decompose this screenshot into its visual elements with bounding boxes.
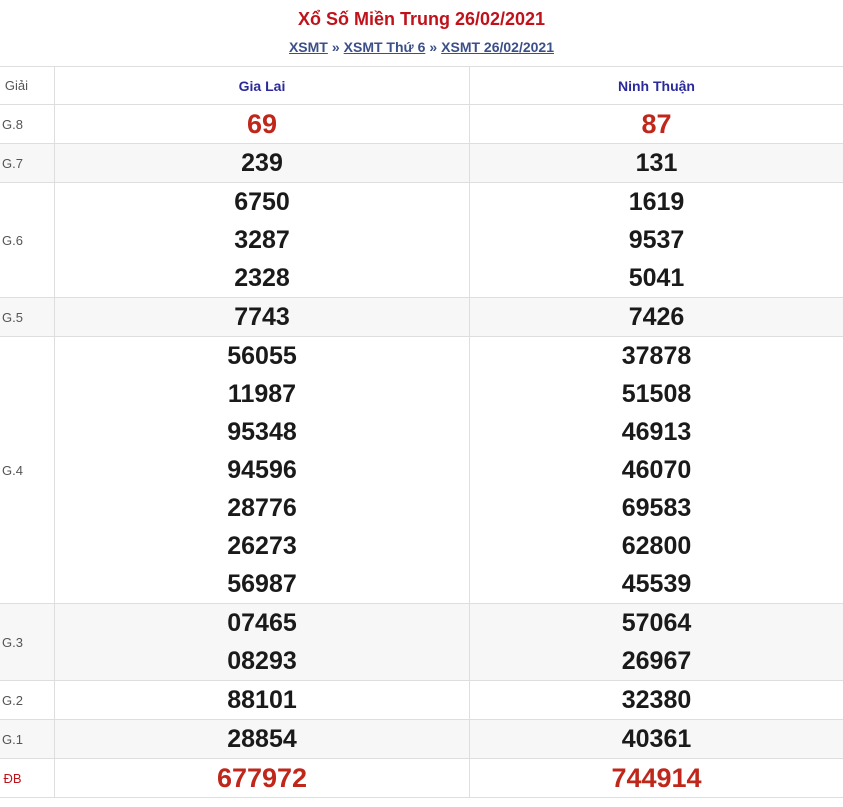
breadcrumb-link-xsmt[interactable]: XSMT: [289, 39, 328, 55]
ninh-thuan-cell: 7426: [469, 297, 843, 337]
gia-lai-cell: 7743: [54, 297, 470, 337]
gia-lai-cell: 56055 11987 95348 94596 28776 26273 56987: [54, 336, 470, 604]
result-number: 677972: [216, 763, 308, 793]
result-number: 46070: [621, 456, 692, 484]
table-row: ĐB 677972 744914: [0, 758, 843, 798]
result-number: 744914: [611, 763, 702, 793]
prize-label: G.7: [0, 143, 55, 183]
result-number: 57064: [621, 609, 692, 637]
result-number: 37878: [621, 342, 692, 370]
column-header-ninh-thuan[interactable]: Ninh Thuận: [469, 66, 843, 105]
prize-label: ĐB: [0, 758, 55, 798]
result-number: 56055: [227, 342, 297, 370]
result-number: 9537: [628, 226, 685, 254]
result-number: 28854: [227, 725, 297, 753]
table-row: G.6 6750 3287 2328 1619 9537 5041: [0, 182, 843, 298]
result-number: 1619: [628, 188, 685, 216]
result-number: 07465: [227, 609, 297, 637]
ninh-thuan-cell: 40361: [469, 719, 843, 759]
prize-label: G.8: [0, 104, 55, 144]
result-number: 46913: [621, 418, 692, 446]
gia-lai-cell: 28854: [54, 719, 470, 759]
result-number: 51508: [621, 380, 692, 408]
prize-label: G.2: [0, 680, 55, 720]
ninh-thuan-cell: 131: [469, 143, 843, 183]
breadcrumb-separator: »: [429, 39, 438, 55]
table-row: G.3 07465 08293 57064 26967: [0, 603, 843, 681]
gia-lai-cell: 07465 08293: [54, 603, 470, 681]
prize-label: G.4: [0, 336, 55, 604]
prize-label: G.6: [0, 182, 55, 298]
ninh-thuan-cell: 32380: [469, 680, 843, 720]
ninh-thuan-cell: 87: [469, 104, 843, 144]
table-row: G.1 28854 40361: [0, 719, 843, 759]
page-title: Xổ Số Miền Trung 26/02/2021: [297, 9, 546, 29]
ninh-thuan-cell: 744914: [469, 758, 843, 798]
table-header-row: Giải Gia Lai Ninh Thuận: [0, 66, 843, 105]
breadcrumb-link-xsmt-thu-6[interactable]: XSMT Thứ 6: [344, 39, 426, 55]
prize-label: G.5: [0, 297, 55, 337]
result-number: 26273: [227, 532, 297, 560]
result-number: 95348: [227, 418, 297, 446]
column-header-prize: Giải: [0, 66, 55, 105]
table-row: G.8 69 87: [0, 104, 843, 144]
result-number: 69: [246, 109, 278, 139]
gia-lai-cell: 677972: [54, 758, 470, 798]
table-row: G.2 88101 32380: [0, 680, 843, 720]
ninh-thuan-cell: 37878 51508 46913 46070 69583 62800 45539: [469, 336, 843, 604]
results-table: Giải Gia Lai Ninh Thuận G.8 69 87 G.7 239 131…: [0, 66, 843, 798]
result-number: 3287: [234, 226, 290, 254]
result-number: 62800: [621, 532, 692, 560]
result-number: 2328: [234, 264, 290, 292]
result-number: 88101: [227, 686, 297, 714]
breadcrumb-separator: »: [331, 39, 340, 55]
table-row: G.5 7743 7426: [0, 297, 843, 337]
gia-lai-cell: 6750 3287 2328: [54, 182, 470, 298]
result-number: 26967: [621, 647, 692, 675]
table-row: G.7 239 131: [0, 143, 843, 183]
result-number: 28776: [227, 494, 297, 522]
result-number: 131: [635, 149, 678, 177]
ninh-thuan-cell: 1619 9537 5041: [469, 182, 843, 298]
result-number: 5041: [628, 264, 685, 292]
column-header-gia-lai[interactable]: Gia Lai: [54, 66, 470, 105]
result-number: 239: [241, 149, 283, 177]
prize-label: G.3: [0, 603, 55, 681]
table-row: G.4 56055 11987 95348 94596 28776 26273 56987 37…: [0, 336, 843, 604]
result-number: 32380: [621, 686, 692, 714]
result-number: 45539: [621, 570, 692, 598]
gia-lai-cell: 88101: [54, 680, 470, 720]
breadcrumb: XSMT» XSMT Thứ 6» XSMT 26/02/2021: [0, 37, 843, 57]
breadcrumb-link-xsmt-date[interactable]: XSMT 26/02/2021: [441, 39, 554, 55]
result-number: 11987: [227, 380, 297, 408]
result-number: 08293: [227, 647, 297, 675]
ninh-thuan-cell: 57064 26967: [469, 603, 843, 681]
result-number: 6750: [234, 188, 290, 216]
result-number: 87: [641, 109, 672, 139]
result-number: 56987: [227, 570, 297, 598]
result-number: 7426: [628, 303, 685, 331]
result-number: 40361: [621, 725, 692, 753]
prize-label: G.1: [0, 719, 55, 759]
gia-lai-cell: 239: [54, 143, 470, 183]
result-number: 69583: [621, 494, 692, 522]
gia-lai-cell: 69: [54, 104, 470, 144]
result-number: 94596: [227, 456, 297, 484]
result-number: 7743: [234, 303, 290, 331]
